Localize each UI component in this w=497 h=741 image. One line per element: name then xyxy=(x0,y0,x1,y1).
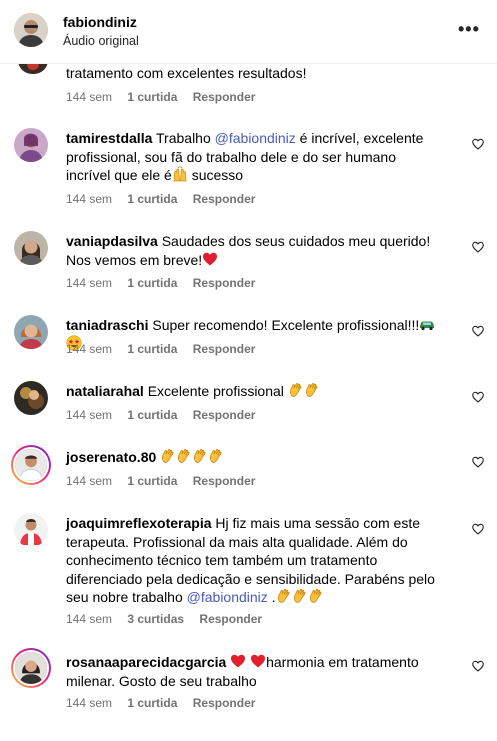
clapping-hands-icon xyxy=(192,448,208,464)
red-heart-icon xyxy=(202,251,218,267)
comment-time: 144 sem xyxy=(66,192,113,206)
comment-time: 144 sem xyxy=(66,342,113,356)
author-avatar[interactable] xyxy=(14,13,48,47)
comment-text: rosanaaparecidacgarcia harmonia em trata… xyxy=(66,653,419,689)
reply-button[interactable]: Responder xyxy=(193,474,256,488)
raising-hands-icon xyxy=(172,166,188,182)
avatar-story-ring[interactable] xyxy=(11,445,51,485)
comment-username[interactable]: joserenato.80 xyxy=(66,449,156,465)
more-icon[interactable]: ••• xyxy=(458,20,480,38)
comment-likes[interactable]: 1 curtida xyxy=(127,342,177,356)
comment-time: 144 sem xyxy=(66,90,113,104)
comment-likes[interactable]: 1 curtida xyxy=(127,408,177,422)
comment-likes[interactable]: 3 curtidas xyxy=(127,612,184,626)
comment-username[interactable]: vaniapdasilva xyxy=(66,233,158,249)
comment-likes[interactable]: 1 curtida xyxy=(127,192,177,206)
comment-username[interactable]: tamirestdalla xyxy=(66,130,152,146)
reply-button[interactable]: Responder xyxy=(193,342,256,356)
comment-meta: 144 sem 1 curtida Responder xyxy=(66,342,267,356)
reply-button[interactable]: Responder xyxy=(193,696,256,710)
comment-text: nataliarahal Excelente profissional xyxy=(66,382,436,401)
post-header: fabiondiniz Áudio original ••• xyxy=(0,0,497,64)
heart-outline-icon[interactable] xyxy=(471,522,485,536)
car-icon xyxy=(419,316,435,332)
comment-likes[interactable]: 1 curtida xyxy=(127,474,177,488)
comment-meta: 144 sem 1 curtida Responder xyxy=(66,696,267,710)
comment-username[interactable]: joaquimreflexoterapia xyxy=(66,515,212,531)
comment-time: 144 sem xyxy=(66,696,113,710)
mention-link[interactable]: @fabiondiniz xyxy=(187,589,268,605)
avatar[interactable] xyxy=(14,315,48,349)
avatar-story-ring[interactable] xyxy=(11,648,51,688)
comment-likes[interactable]: 1 curtida xyxy=(127,696,177,710)
clapping-hands-icon xyxy=(176,448,192,464)
comment-likes[interactable]: 1 curtida xyxy=(127,90,177,104)
comment-meta: 144 sem 1 curtida Responder xyxy=(66,90,267,104)
comment-meta: 144 sem 1 curtida Responder xyxy=(66,408,267,422)
avatar[interactable] xyxy=(14,231,48,265)
heart-outline-icon[interactable] xyxy=(471,240,485,254)
red-heart-icon xyxy=(230,653,246,669)
reply-button[interactable]: Responder xyxy=(193,408,256,422)
comment-time: 144 sem xyxy=(66,276,113,290)
clapping-hands-icon xyxy=(304,382,320,398)
red-heart-icon xyxy=(250,653,266,669)
clapping-hands-icon xyxy=(160,448,176,464)
avatar[interactable] xyxy=(14,381,48,415)
comment-meta: 144 sem 1 curtida Responder xyxy=(66,192,267,206)
comment-text: joserenato.80 xyxy=(66,448,436,467)
clapping-hands-icon xyxy=(308,588,324,604)
avatar[interactable] xyxy=(14,128,48,162)
author-username[interactable]: fabiondiniz xyxy=(63,14,137,30)
comment-text: vaniapdasilva Saudades dos seus cuidados… xyxy=(66,233,431,268)
heart-outline-icon[interactable] xyxy=(471,324,485,338)
comment-text: tratamento com excelentes resultados! xyxy=(66,65,307,81)
avatar[interactable] xyxy=(14,513,48,547)
heart-outline-icon[interactable] xyxy=(471,455,485,469)
mention-link[interactable]: @fabiondiniz xyxy=(215,130,296,146)
heart-outline-icon[interactable] xyxy=(471,659,485,673)
reply-button[interactable]: Responder xyxy=(193,192,256,206)
comment-meta: 144 sem 3 curtidas Responder xyxy=(66,612,274,626)
clapping-hands-icon xyxy=(292,588,308,604)
clapping-hands-icon xyxy=(276,588,292,604)
comment-text: tamirestdalla Trabalho @fabiondiniz é in… xyxy=(66,130,424,183)
comment-time: 144 sem xyxy=(66,612,113,626)
clapping-hands-icon xyxy=(208,448,224,464)
comment-likes[interactable]: 1 curtida xyxy=(127,276,177,290)
comment-username[interactable]: rosanaaparecidacgarcia xyxy=(66,654,226,670)
comment-time: 144 sem xyxy=(66,408,113,422)
clapping-hands-icon xyxy=(288,382,304,398)
heart-outline-icon[interactable] xyxy=(471,390,485,404)
comment-meta: 144 sem 1 curtida Responder xyxy=(66,276,267,290)
comment-meta: 144 sem 1 curtida Responder xyxy=(66,474,267,488)
comment-text: joaquimreflexoterapia Hj fiz mais uma se… xyxy=(66,515,435,605)
comment-username[interactable]: taniadraschi xyxy=(66,317,148,333)
heart-outline-icon[interactable] xyxy=(471,137,485,151)
reply-button[interactable]: Responder xyxy=(199,612,262,626)
comment-username[interactable]: nataliarahal xyxy=(66,383,144,399)
audio-label[interactable]: Áudio original xyxy=(63,34,139,48)
comment-time: 144 sem xyxy=(66,474,113,488)
reply-button[interactable]: Responder xyxy=(193,90,256,104)
reply-button[interactable]: Responder xyxy=(193,276,256,290)
